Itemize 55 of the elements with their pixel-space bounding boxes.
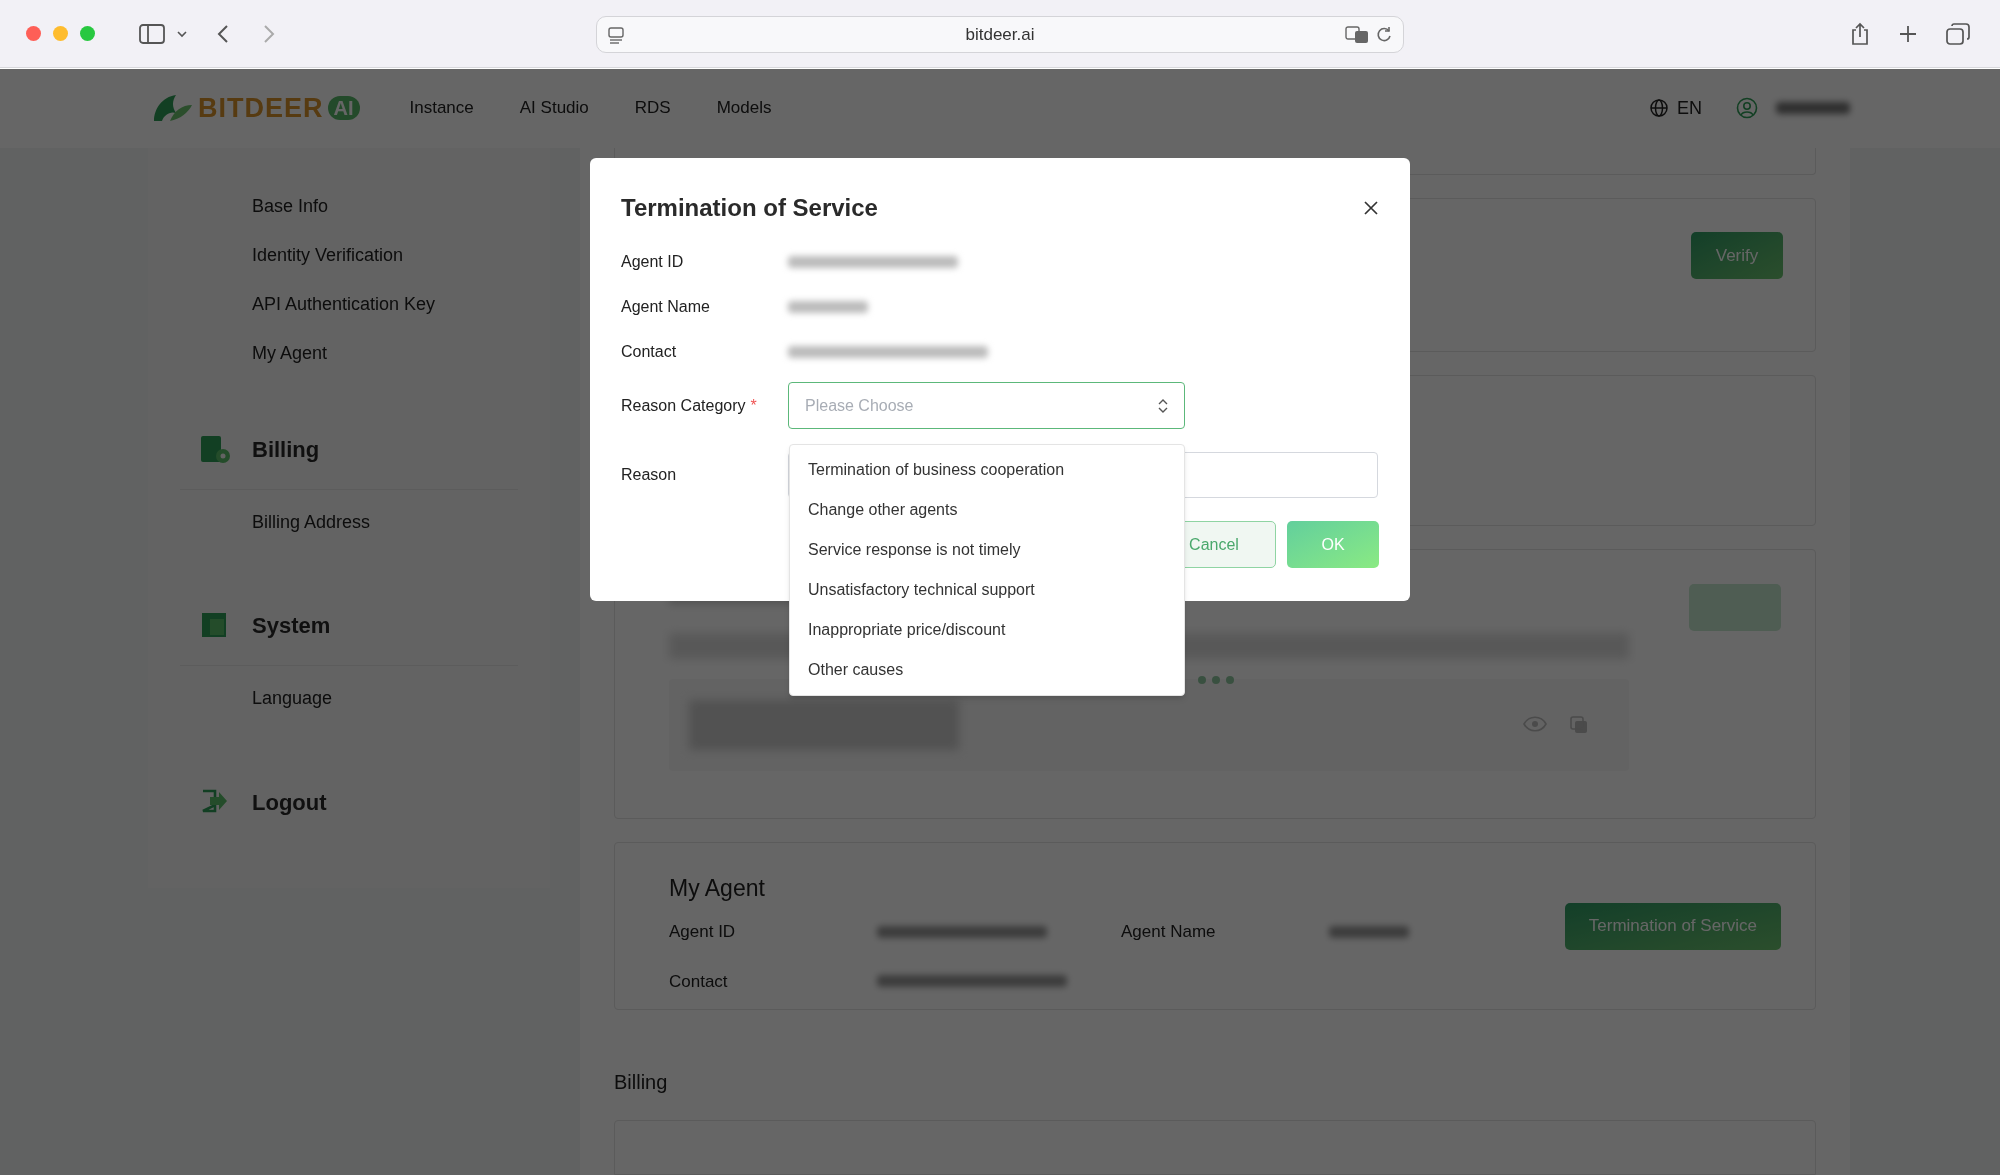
field-label: Reason Category: [621, 395, 746, 416]
section-heading: Billing: [614, 1069, 669, 1095]
bitdeer-logo[interactable]: BITDEER AI: [150, 87, 360, 129]
logo-wordmark: BITDEER: [198, 91, 324, 125]
sidebar-section-title[interactable]: Billing: [252, 433, 320, 466]
sidebar-section-title[interactable]: Logout: [252, 785, 327, 819]
sidebar-item[interactable]: Base Info: [180, 182, 518, 231]
globe-icon[interactable]: [1649, 98, 1669, 118]
loading-dots-icon: [1197, 674, 1235, 685]
page-menu-icon[interactable]: [607, 25, 625, 44]
close-window-control[interactable]: [26, 26, 41, 41]
sidebar-item[interactable]: Identity Verification: [180, 231, 518, 280]
sidebar-section-title[interactable]: System: [252, 609, 331, 642]
field-label: Agent ID: [621, 251, 685, 272]
url-text: bitdeer.ai: [965, 23, 1035, 46]
dropdown-option[interactable]: Other causes: [790, 650, 1184, 690]
logo-badge: AI: [327, 96, 360, 120]
nav-link[interactable]: RDS: [634, 95, 671, 121]
field-label: Agent Name: [1121, 921, 1217, 944]
ok-button[interactable]: OK: [1287, 521, 1379, 568]
nav-link[interactable]: AI Studio: [519, 95, 589, 121]
dropdown-option[interactable]: Inappropriate price/discount: [790, 610, 1184, 650]
plus-icon[interactable]: [1898, 23, 1918, 44]
language-selector[interactable]: EN: [1677, 94, 1702, 122]
nav-link[interactable]: Instance: [409, 95, 474, 121]
select-placeholder: Please Choose: [805, 395, 914, 416]
sidebar-item[interactable]: API Authentication Key: [180, 280, 518, 329]
field-label: Contact: [621, 341, 678, 362]
sidebar-item[interactable]: Billing Address: [180, 490, 518, 554]
field-label: Reason: [621, 465, 678, 485]
close-icon[interactable]: [1363, 200, 1379, 216]
nav-link[interactable]: Models: [716, 95, 772, 121]
document-gear-icon: [200, 434, 230, 465]
address-bar[interactable]: bitdeer.ai: [596, 16, 1404, 53]
dropdown-option[interactable]: Termination of business cooperation: [790, 450, 1184, 490]
field-label: Agent ID: [669, 921, 737, 944]
reload-icon[interactable]: [1375, 25, 1393, 44]
tabs-overview-icon[interactable]: [1946, 22, 1970, 45]
sidebar-item[interactable]: My Agent: [180, 329, 518, 378]
up-down-chevron-icon: [1158, 397, 1168, 414]
reason-category-select[interactable]: Please Choose: [788, 382, 1185, 429]
dropdown-option[interactable]: Unsatisfactory technical support: [790, 570, 1184, 610]
sidebar-toggle-icon[interactable]: [139, 23, 165, 44]
field-label: Agent Name: [621, 296, 711, 317]
required-mark: *: [750, 395, 757, 416]
field-label: Contact: [669, 970, 729, 993]
termination-of-service-button[interactable]: Termination of Service: [1564, 902, 1781, 950]
sidebar-item[interactable]: Language: [180, 666, 518, 730]
translate-icon[interactable]: [1345, 25, 1369, 44]
verify-button[interactable]: Verify: [1691, 231, 1783, 279]
back-icon[interactable]: [217, 23, 229, 44]
section-title: My Agent: [669, 873, 766, 903]
chevron-down-icon[interactable]: [177, 29, 187, 38]
share-icon[interactable]: [1850, 21, 1870, 46]
dialog-title: Termination of Service: [621, 193, 878, 223]
